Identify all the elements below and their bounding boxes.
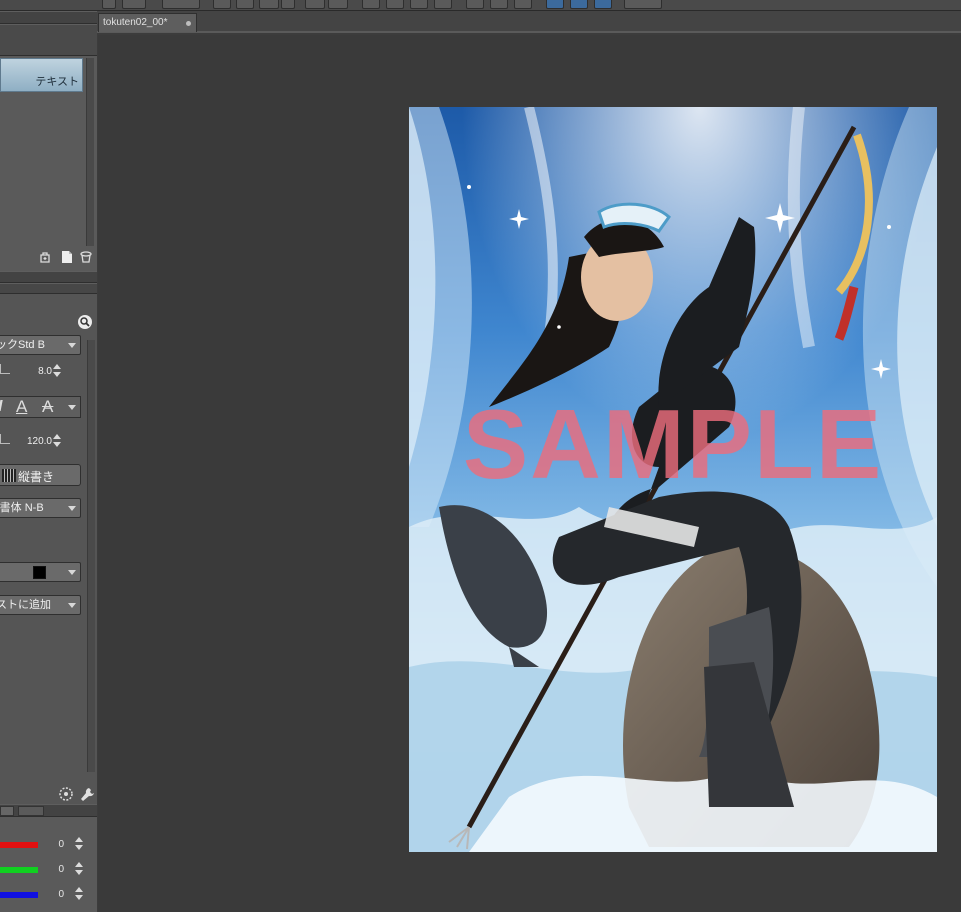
document-tab-label: tokuten02_00* — [103, 17, 168, 28]
red-value[interactable]: 0 — [52, 839, 64, 850]
add-to-list-select[interactable]: ストに追加 — [0, 595, 81, 615]
line-spacing-mark — [0, 434, 10, 444]
green-value[interactable]: 0 — [52, 864, 64, 875]
chevron-down-icon — [68, 506, 76, 511]
settings-icon[interactable] — [58, 786, 74, 802]
panel-header-top — [0, 11, 97, 24]
toolbar-wand-button[interactable] — [624, 0, 662, 9]
line-spacing-spinner[interactable] — [53, 434, 61, 448]
toolbar-square-button[interactable] — [102, 0, 116, 9]
toolbar-snap2-button[interactable] — [570, 0, 588, 9]
tool-property-scrollbar[interactable] — [87, 340, 95, 772]
color-tab-1[interactable] — [0, 806, 14, 816]
toolbar-snap3-button[interactable] — [594, 0, 612, 9]
color-swatch — [33, 566, 46, 579]
page-icon[interactable] — [60, 250, 74, 264]
top-toolbar — [0, 0, 961, 11]
text-color-select[interactable] — [0, 562, 81, 582]
chevron-down-icon — [68, 603, 76, 608]
vertical-text-icon — [2, 469, 16, 482]
toolbar-dropdown-button[interactable] — [281, 0, 295, 9]
red-spinner[interactable] — [75, 837, 83, 851]
italic-icon[interactable]: I — [0, 398, 2, 416]
size-value[interactable]: 8.0 — [20, 366, 52, 377]
layer-panel-tabs — [0, 24, 97, 56]
green-slider[interactable] — [0, 867, 38, 873]
document-tab[interactable]: tokuten02_00* — [98, 13, 197, 32]
layer-item-label: テキスト — [35, 76, 79, 88]
search-icon[interactable] — [77, 314, 93, 330]
artwork-image: SAMPLE — [409, 107, 937, 852]
text-style-bar: I A A — [0, 396, 81, 418]
layer-scrollbar[interactable] — [86, 58, 94, 246]
chevron-down-icon — [68, 343, 76, 348]
toolbar-fill-button[interactable] — [386, 0, 404, 9]
toolbar-snap1-button[interactable] — [546, 0, 564, 9]
toolbar-undo-button[interactable] — [305, 0, 325, 9]
font2-select-value: -書体 N-B — [0, 502, 44, 514]
left-panel: テキスト ックStd B 8.0 I A A 120.0 縦書き -書体 N-B — [0, 11, 97, 912]
blue-spinner[interactable] — [75, 887, 83, 901]
green-spinner[interactable] — [75, 862, 83, 876]
blue-slider[interactable] — [0, 892, 38, 898]
line-spacing-value[interactable]: 120.0 — [14, 436, 52, 447]
close-icon[interactable] — [186, 21, 191, 26]
color-tab-2[interactable] — [18, 806, 44, 816]
tool-property-header — [0, 283, 97, 294]
color-panel-header — [0, 804, 97, 817]
panel-divider — [0, 271, 97, 283]
strikethrough-icon[interactable]: A — [42, 397, 53, 417]
toolbar-save-button[interactable] — [259, 0, 279, 9]
sample-watermark: SAMPLE — [462, 389, 884, 499]
toolbar-redo-button[interactable] — [122, 0, 146, 9]
blue-value[interactable]: 0 — [52, 889, 64, 900]
document-tab-bar — [97, 11, 961, 33]
font-select-value: ックStd B — [0, 339, 45, 351]
toolbar-grid-button[interactable] — [514, 0, 532, 9]
toolbar-select2-button[interactable] — [490, 0, 508, 9]
toolbar-eraser-button[interactable] — [410, 0, 428, 9]
toolbar-clear-button[interactable] — [362, 0, 380, 9]
vertical-writing-button[interactable]: 縦書き — [0, 464, 81, 486]
font2-select[interactable]: -書体 N-B — [0, 498, 81, 518]
vertical-writing-label: 縦書き — [18, 470, 55, 484]
chevron-down-icon[interactable] — [68, 405, 76, 410]
size-slider-mark — [0, 364, 10, 374]
red-slider[interactable] — [0, 842, 38, 848]
toolbar-redo2-button[interactable] — [328, 0, 348, 9]
toolbar-open-button[interactable] — [236, 0, 254, 9]
new-layer-icon[interactable] — [38, 250, 52, 264]
layer-item-text[interactable]: テキスト — [0, 58, 83, 92]
toolbar-transform-button[interactable] — [434, 0, 452, 9]
size-spinner[interactable] — [53, 364, 61, 378]
chevron-down-icon — [68, 570, 76, 575]
wrench-icon[interactable] — [79, 786, 95, 802]
toolbar-select-button[interactable] — [466, 0, 484, 9]
color-slider-body: 0 0 0 — [0, 817, 97, 912]
underline-icon[interactable]: A — [16, 397, 27, 417]
add-to-list-value: ストに追加 — [0, 599, 51, 611]
toolbar-view-button[interactable] — [162, 0, 200, 9]
font-select[interactable]: ックStd B — [0, 335, 81, 355]
toolbar-new-button[interactable] — [213, 0, 231, 9]
trash-icon[interactable] — [79, 250, 93, 264]
